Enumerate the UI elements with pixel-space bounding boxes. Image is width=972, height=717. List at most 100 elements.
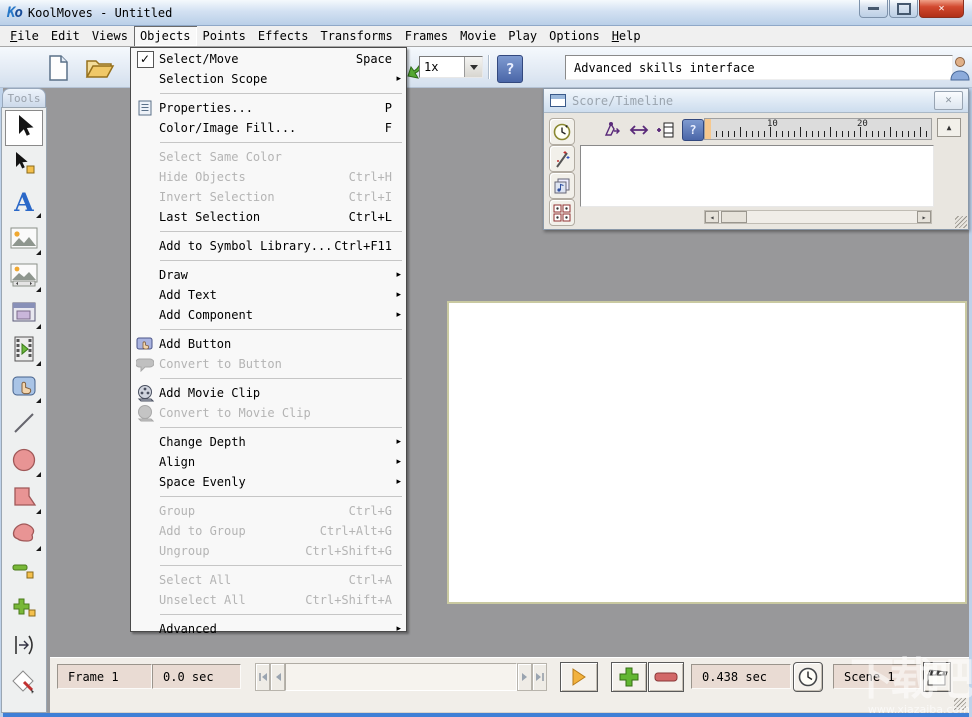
tool-select[interactable]	[5, 110, 43, 146]
menu-item-add-text[interactable]: Add Text▸	[131, 285, 406, 305]
menu-item-select-move[interactable]: ✓Select/MoveSpace	[131, 49, 406, 69]
help-button[interactable]: ?	[494, 54, 526, 84]
timeline-add-frame-button[interactable]	[654, 119, 678, 141]
timeline-sound-button[interactable]	[549, 172, 575, 199]
collapse-button[interactable]: ▲	[937, 118, 961, 137]
scene-field[interactable]: Scene 1	[833, 664, 921, 689]
menu-item-color-image-fill[interactable]: Color/Image Fill...F	[131, 118, 406, 138]
tool-image[interactable]	[5, 221, 43, 257]
open-file-button[interactable]	[84, 53, 116, 83]
tool-text[interactable]: A	[5, 184, 43, 220]
tool-movie-clip[interactable]	[5, 332, 43, 368]
timeline-timeline-help-button[interactable]: ?	[681, 119, 705, 141]
timeline-ruler[interactable]: 10 20	[704, 118, 932, 140]
timeline-motion-script-button[interactable]	[600, 119, 624, 141]
tool-fill-transform[interactable]	[5, 665, 43, 701]
menu-item-group: GroupCtrl+G	[131, 501, 406, 521]
scrollbar-thumb[interactable]	[721, 211, 747, 223]
timeline-scrollbar[interactable]: ◂ ▸	[704, 210, 932, 224]
menubar-item-effects[interactable]: Effects	[252, 26, 315, 46]
tool-ellipse[interactable]	[5, 443, 43, 479]
hand-icon	[11, 373, 37, 402]
menu-item-advanced[interactable]: Advanced▸	[131, 619, 406, 639]
menubar-item-file[interactable]: File	[4, 26, 45, 46]
menu-shortcut: Ctrl+L	[349, 210, 392, 224]
scroll-right-icon[interactable]: ▸	[917, 211, 931, 223]
first-frame-button[interactable]	[255, 663, 270, 691]
timing-button[interactable]	[793, 662, 823, 692]
menubar-item-objects[interactable]: Objects	[134, 26, 197, 46]
menubar-item-views[interactable]: Views	[86, 26, 134, 46]
tool-reshape[interactable]	[5, 628, 43, 664]
menu-item-invert-selection: Invert SelectionCtrl+I	[131, 187, 406, 207]
tool-freehand[interactable]	[5, 517, 43, 553]
tools-panel-tab[interactable]: Tools	[2, 88, 46, 107]
ruler-label: 20	[857, 119, 868, 129]
zoom-select[interactable]: 1x	[419, 56, 483, 78]
next-frame-button[interactable]	[517, 663, 532, 691]
menu-item-last-selection[interactable]: Last SelectionCtrl+L	[131, 207, 406, 227]
timeline-close-button[interactable]: ✕	[934, 91, 963, 110]
minimize-button[interactable]	[859, 0, 888, 18]
menubar-item-play[interactable]: Play	[502, 26, 543, 46]
add-frame-button[interactable]	[611, 662, 647, 692]
menu-separator	[131, 561, 406, 570]
ruler-major-ticks	[711, 127, 931, 137]
timeline-grid-button[interactable]	[549, 199, 575, 226]
menu-item-change-depth[interactable]: Change Depth▸	[131, 432, 406, 452]
menubar-item-edit[interactable]: Edit	[45, 26, 86, 46]
tool-point-select[interactable]	[5, 147, 43, 183]
menu-item-selection-scope[interactable]: Selection Scope▸	[131, 69, 406, 89]
scene-manager-button[interactable]	[923, 662, 951, 692]
timeline-titlebar[interactable]: Score/Timeline ✕	[544, 89, 968, 113]
menubar-item-points[interactable]: Points	[197, 26, 252, 46]
timeline-effects-button[interactable]	[549, 145, 575, 172]
menu-item-space-evenly[interactable]: Space Evenly▸	[131, 472, 406, 492]
menubar-item-movie[interactable]: Movie	[454, 26, 502, 46]
menubar-item-help[interactable]: Help	[606, 26, 647, 46]
menu-item-add-button[interactable]: Add Button	[131, 334, 406, 354]
zoom-value: 1x	[420, 57, 464, 77]
menu-item-label: Add Movie Clip	[159, 386, 400, 400]
duration-field[interactable]: 0.438 sec	[691, 664, 791, 689]
frame-slider-track[interactable]	[285, 663, 517, 691]
menubar-item-options[interactable]: Options	[543, 26, 606, 46]
maximize-button[interactable]	[889, 0, 918, 18]
tool-add-points[interactable]	[5, 591, 43, 627]
timeline-timing-button[interactable]	[549, 118, 575, 145]
menu-item-add-to-symbol-library[interactable]: Add to Symbol Library...Ctrl+F11	[131, 236, 406, 256]
timeline-track-area[interactable]	[580, 145, 934, 207]
menu-item-label: Select All	[159, 573, 349, 587]
menu-item-properties[interactable]: Properties...P	[131, 98, 406, 118]
menubar-item-frames[interactable]: Frames	[399, 26, 454, 46]
delete-frame-button[interactable]	[648, 662, 684, 692]
chevron-down-icon[interactable]	[464, 57, 482, 77]
hint-field[interactable]: Advanced skills interface	[565, 55, 953, 80]
last-frame-button[interactable]	[532, 663, 547, 691]
stage-canvas[interactable]	[447, 301, 967, 604]
menu-item-align[interactable]: Align▸	[131, 452, 406, 472]
menu-item-label: Draw	[159, 268, 400, 282]
timeline-resize-grip[interactable]	[955, 216, 967, 228]
menu-item-draw[interactable]: Draw▸	[131, 265, 406, 285]
window-resize-grip[interactable]	[954, 698, 966, 710]
play-button[interactable]	[560, 662, 598, 692]
frame-number-field[interactable]: Frame 1	[57, 664, 152, 689]
tool-image-banner[interactable]	[5, 258, 43, 294]
tool-polygon[interactable]	[5, 480, 43, 516]
elapsed-time-field[interactable]: 0.0 sec	[152, 664, 241, 689]
prev-frame-button[interactable]	[270, 663, 285, 691]
menu-item-add-component[interactable]: Add Component▸	[131, 305, 406, 325]
new-file-button[interactable]	[42, 53, 74, 83]
blob-icon	[11, 522, 37, 549]
tool-line[interactable]	[5, 406, 43, 442]
tool-remove-points[interactable]	[5, 554, 43, 590]
timeline-span-frames-button[interactable]	[627, 119, 651, 141]
menu-item-add-movie-clip[interactable]: Add Movie Clip	[131, 383, 406, 403]
tool-component[interactable]	[5, 295, 43, 331]
scroll-left-icon[interactable]: ◂	[705, 211, 719, 223]
close-button[interactable]: ✕	[919, 0, 964, 18]
tool-button[interactable]	[5, 369, 43, 405]
submenu-arrow-icon: ▸	[396, 624, 401, 634]
menubar-item-transforms[interactable]: Transforms	[314, 26, 398, 46]
